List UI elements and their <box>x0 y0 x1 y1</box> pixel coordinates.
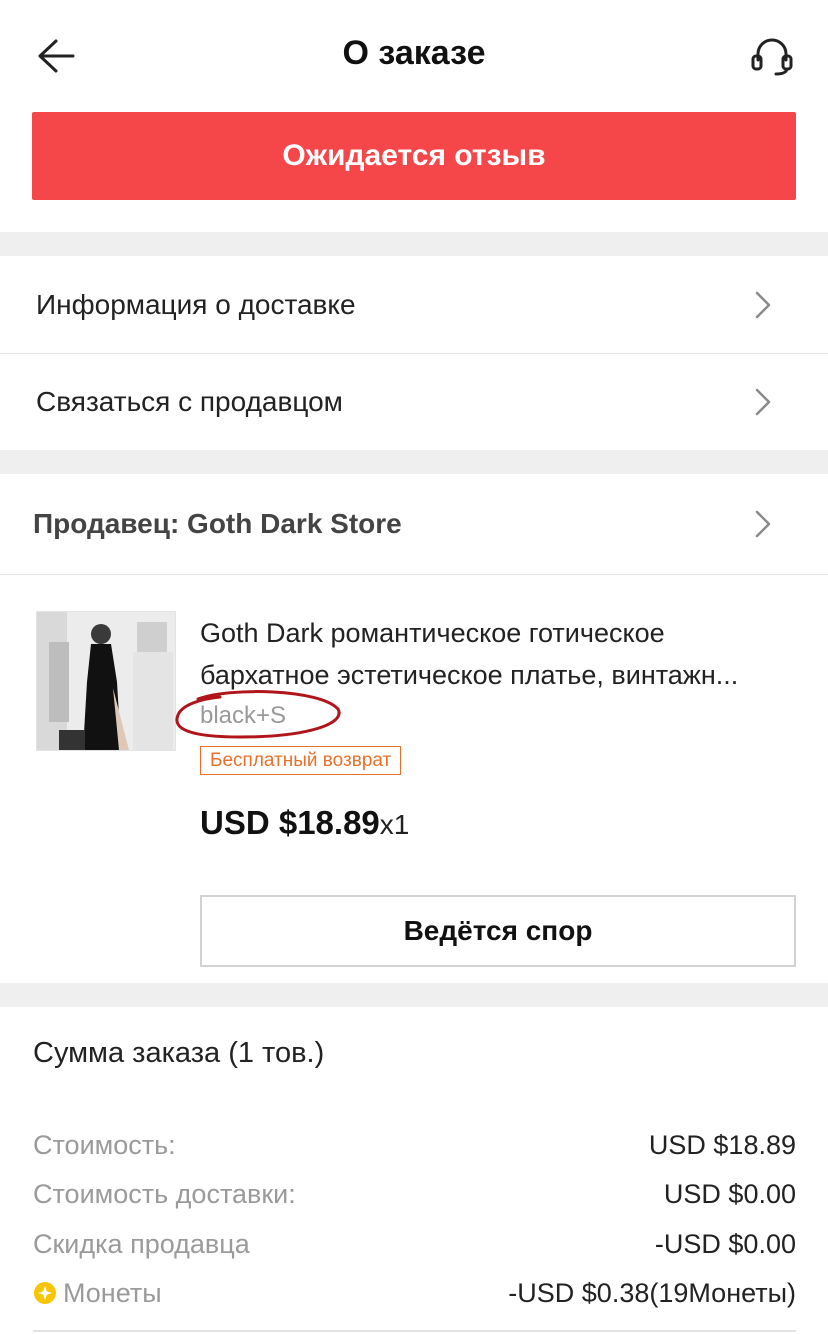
summary-label: Стоимость: <box>33 1129 176 1160</box>
summary-row-seller-discount: Скидка продавца -USD $0.00 <box>33 1224 796 1264</box>
order-summary-title: Сумма заказа (1 тов.) <box>33 1037 325 1069</box>
section-gap <box>0 232 828 256</box>
summary-value: -USD $0.38(19Монеты) <box>508 1277 796 1308</box>
headset-icon <box>751 38 793 76</box>
quantity: x1 <box>379 809 410 840</box>
contact-seller-row[interactable]: Связаться с продавцом <box>0 354 828 450</box>
summary-label: Скидка продавца <box>33 1228 250 1259</box>
section-gap <box>0 983 828 1007</box>
summary-value: USD $0.00 <box>663 1178 796 1209</box>
support-button[interactable] <box>746 30 798 82</box>
free-return-badge: Бесплатный возврат <box>200 746 402 775</box>
seller-row[interactable]: Продавец: Goth Dark Store <box>0 474 828 574</box>
summary-value: USD $18.89 <box>648 1129 796 1160</box>
summary-label: Монеты <box>63 1277 162 1308</box>
section-gap <box>0 450 828 474</box>
chevron-right-icon <box>755 291 771 318</box>
chevron-right-icon <box>755 510 771 538</box>
red-circle-annotation <box>175 690 341 739</box>
summary-row-shipping: Стоимость доставки: USD $0.00 <box>33 1174 796 1214</box>
divider <box>0 574 828 575</box>
divider <box>33 1330 796 1332</box>
summary-row-coins: Монеты -USD $0.38(19Монеты) <box>33 1273 796 1313</box>
summary-row-cost: Стоимость: USD $18.89 <box>33 1125 796 1165</box>
dispute-button[interactable]: Ведётся спор <box>200 895 796 967</box>
product-title-line: Goth Dark романтическое готическое <box>200 618 665 648</box>
chevron-right-icon <box>755 388 771 416</box>
product-photo-icon <box>37 612 175 750</box>
product-image[interactable] <box>36 611 176 751</box>
page-title: О заказе <box>342 34 486 72</box>
delivery-info-row[interactable]: Информация о доставке <box>0 256 828 353</box>
contact-seller-label: Связаться с продавцом <box>36 386 343 417</box>
coin-icon <box>34 1282 56 1304</box>
summary-value: -USD $0.00 <box>654 1228 796 1259</box>
header: О заказе <box>0 0 828 112</box>
product-title[interactable]: Goth Dark романтическое готическое барха… <box>200 612 800 696</box>
product-price: USD $18.89x1 <box>200 804 409 842</box>
price-value: USD $18.89 <box>200 804 380 841</box>
summary-label: Стоимость доставки: <box>33 1178 296 1209</box>
status-banner: Ожидается отзыв <box>32 112 796 200</box>
seller-name: Продавец: Goth Dark Store <box>33 508 402 539</box>
delivery-info-label: Информация о доставке <box>36 288 356 320</box>
